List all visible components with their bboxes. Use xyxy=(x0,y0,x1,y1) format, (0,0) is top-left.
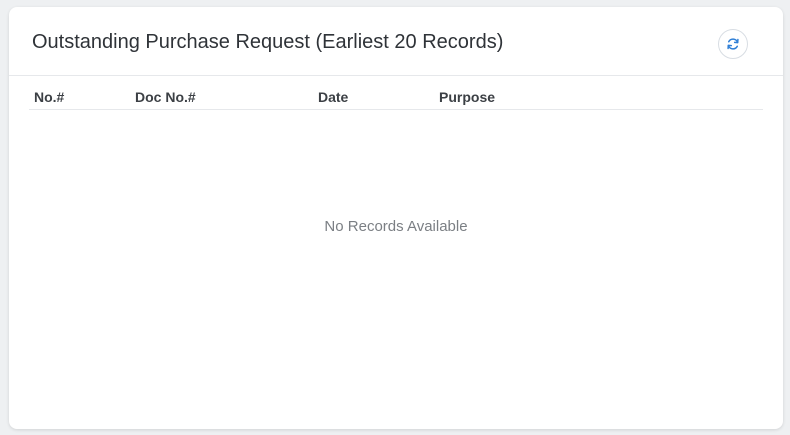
outstanding-purchase-request-panel: Outstanding Purchase Request (Earliest 2… xyxy=(9,7,783,429)
refresh-button[interactable] xyxy=(718,29,748,59)
panel-header: Outstanding Purchase Request (Earliest 2… xyxy=(9,7,783,76)
empty-state-message: No Records Available xyxy=(324,218,468,235)
column-header-date[interactable]: Date xyxy=(318,89,348,105)
column-header-doc-no[interactable]: Doc No.# xyxy=(135,89,196,105)
column-header-purpose[interactable]: Purpose xyxy=(439,89,495,105)
panel-title: Outstanding Purchase Request (Earliest 2… xyxy=(32,31,504,53)
table-header-row: No.# Doc No.# Date Purpose xyxy=(29,83,763,110)
column-header-no[interactable]: No.# xyxy=(34,89,64,105)
refresh-icon xyxy=(726,37,740,51)
